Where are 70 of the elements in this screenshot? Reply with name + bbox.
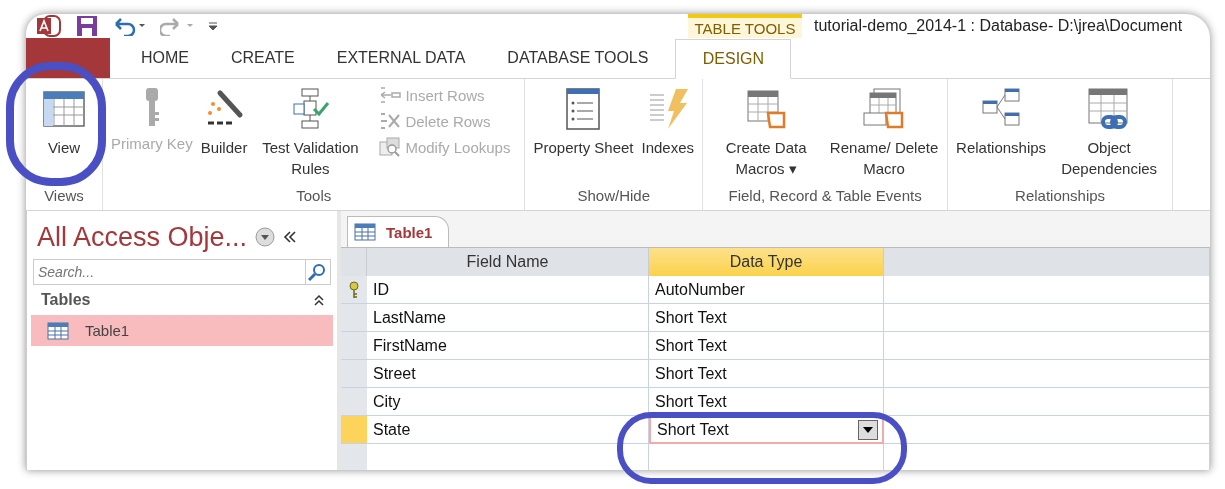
table-icon [47, 321, 69, 340]
group-label: Views [43, 186, 85, 206]
row-selector[interactable] [341, 332, 367, 360]
ribbon-button[interactable]: Indexes [639, 83, 697, 183]
contextual-tab-label: TABLE TOOLS [688, 14, 802, 38]
ribbon-button[interactable]: Relationships [954, 83, 1049, 183]
row-selector[interactable] [341, 360, 367, 388]
group-label: Tools [295, 186, 333, 206]
empty-cell[interactable] [884, 304, 1210, 332]
insert-rows-icon [379, 85, 402, 105]
ribbon-tab[interactable]: DESIGN [675, 39, 792, 79]
ribbon-button[interactable]: Builder [198, 83, 250, 183]
data-type-dropdown[interactable]: Short Text [649, 416, 884, 444]
table-cell[interactable]: Short Text [649, 388, 884, 416]
ribbon-button[interactable]: Create Data Macros ▾ [709, 83, 824, 183]
ribbon-button[interactable]: Property Sheet [531, 83, 636, 183]
table-cell[interactable]: FirstName [367, 332, 649, 360]
ribbon-tab[interactable]: CREATE [210, 38, 316, 78]
ribbon-button[interactable]: Test Validation Rules [253, 83, 368, 183]
row-selector[interactable] [341, 304, 367, 332]
table-cell[interactable]: LastName [367, 304, 649, 332]
row-selector[interactable] [341, 388, 367, 416]
collapse-up-icon[interactable] [313, 294, 325, 306]
ribbon-button[interactable]: View [40, 83, 88, 183]
table-cell[interactable]: ID [367, 276, 649, 304]
ribbon-tab[interactable]: DATABASE TOOLS [486, 38, 670, 78]
column-header[interactable]: Data Type [649, 248, 884, 276]
table-cell[interactable]: Street [367, 360, 649, 388]
table-icon [354, 223, 376, 241]
nav-pane-title[interactable]: All Access Obje... [31, 221, 248, 253]
empty-cell[interactable] [884, 276, 1210, 304]
window-title: tutorial-demo_2014-1 : Database- D:\jrea\Document [813, 16, 1183, 36]
caret-icon [863, 427, 873, 433]
ribbon-tab[interactable]: HOME [120, 38, 210, 78]
row-selector[interactable] [341, 276, 367, 304]
table-cell[interactable]: AutoNumber [649, 276, 884, 304]
table-cell[interactable]: Short Text [649, 304, 884, 332]
dropdown-button[interactable] [858, 420, 878, 440]
empty-cell[interactable] [884, 360, 1210, 388]
ribbon-button[interactable]: Object Dependencies [1052, 83, 1167, 183]
table-cell[interactable]: State [367, 416, 649, 444]
header-corner[interactable] [341, 248, 367, 276]
key-icon [144, 87, 159, 127]
group-label: Field, Record & Table Events [727, 186, 923, 206]
empty-cell[interactable] [884, 416, 1210, 444]
collapse-icon[interactable] [283, 230, 298, 244]
search-field[interactable]: Search... [33, 259, 305, 285]
table-cell[interactable]: Short Text [649, 332, 884, 360]
empty-cell[interactable] [884, 332, 1210, 360]
ribbon-button[interactable]: Rename/ Delete Macro [827, 83, 942, 183]
group-header[interactable]: Tables [41, 291, 91, 309]
dropdown-circle-icon[interactable] [255, 227, 276, 247]
group-label: Relationships [1014, 186, 1107, 206]
delete-rows-icon [379, 111, 402, 131]
search-button[interactable] [305, 259, 331, 285]
table-cell[interactable]: City [367, 388, 649, 416]
column-header[interactable]: Field Name [367, 248, 649, 276]
lookup-icon [379, 137, 402, 157]
customize-icon[interactable] [208, 20, 218, 32]
key-icon [348, 280, 360, 299]
redo-icon[interactable] [160, 16, 194, 36]
undo-icon[interactable] [112, 16, 146, 36]
access-logo-icon[interactable] [36, 14, 62, 38]
save-icon[interactable] [76, 15, 98, 37]
nav-item[interactable]: Table1 [31, 315, 333, 346]
ribbon-tab[interactable]: EXTERNAL DATA [315, 38, 487, 78]
table-cell[interactable]: Short Text [649, 360, 884, 388]
search-icon [308, 262, 328, 282]
group-label: Show/Hide [576, 186, 652, 206]
document-tab[interactable]: Table1 [347, 216, 450, 247]
